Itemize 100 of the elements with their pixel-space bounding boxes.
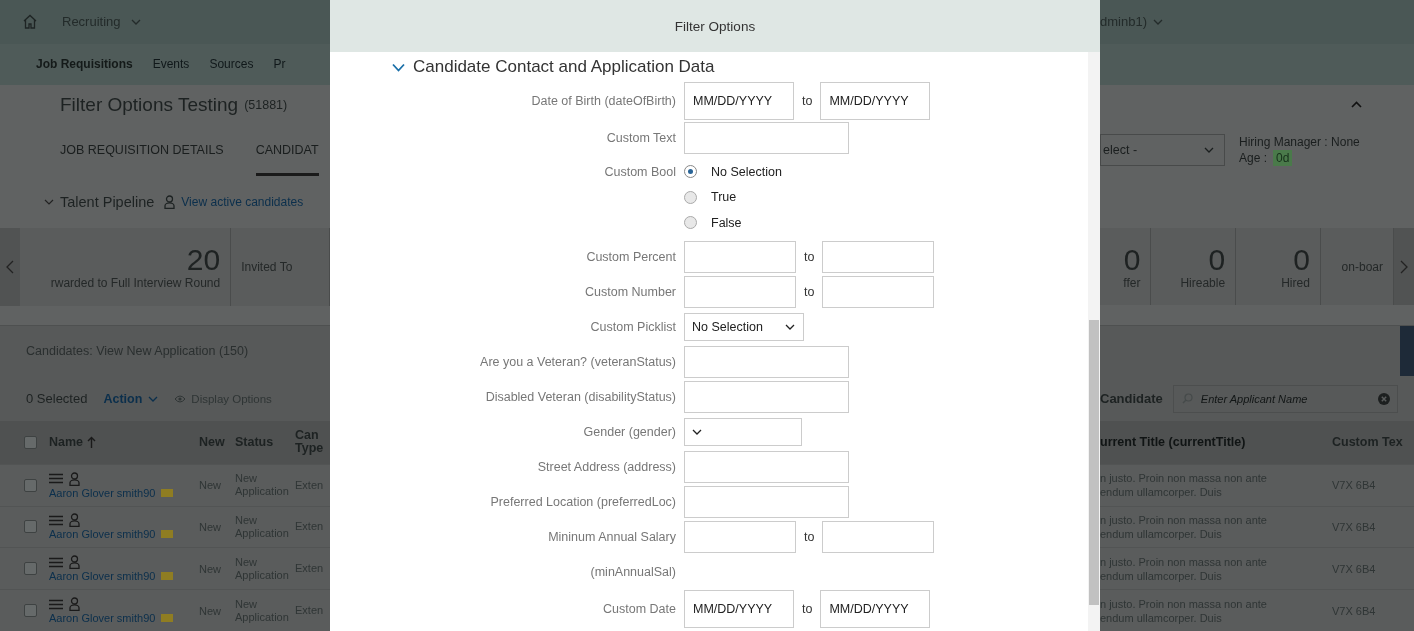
input-field[interactable]	[822, 276, 935, 308]
tile-count: 0	[1208, 243, 1226, 276]
checkbox[interactable]	[24, 562, 37, 576]
nav-link[interactable]: Sources	[209, 57, 254, 72]
radio-option[interactable]: True	[684, 184, 1100, 210]
chevron-down-icon	[1204, 147, 1214, 154]
person-icon	[164, 195, 176, 210]
radio-button[interactable]	[684, 165, 697, 179]
field-label: Custom Number	[584, 285, 676, 299]
radio-button[interactable]	[684, 216, 697, 230]
date-field[interactable]: MM/DD/YYYY	[684, 589, 794, 628]
input-field[interactable]	[822, 521, 935, 553]
dialog-title: Filter Options	[674, 18, 756, 34]
text-field[interactable]	[684, 451, 849, 483]
chevron-down-icon[interactable]	[392, 62, 405, 72]
chevron-down-icon	[130, 18, 141, 25]
radio-option[interactable]: No Selection	[684, 159, 1100, 185]
folder-icon	[161, 488, 174, 497]
text-field[interactable]	[684, 486, 849, 518]
candidate-link[interactable]: Aaron Glover smith90	[49, 570, 156, 583]
field-label: (minAnnualSal)	[589, 565, 676, 579]
hiring-manager: Hiring Manager : None	[1239, 134, 1360, 151]
checkbox[interactable]	[24, 478, 37, 492]
field-label: Preferred Location (preferredLoc)	[489, 495, 676, 509]
chevron-right-icon[interactable]	[1400, 259, 1408, 274]
scrollbar-thumb[interactable]	[1089, 320, 1099, 605]
menu-icon[interactable]	[49, 514, 63, 526]
action-menu[interactable]: Action	[103, 391, 159, 406]
folder-icon	[161, 530, 174, 539]
age-badge: 0d	[1273, 150, 1293, 167]
text-field[interactable]	[684, 346, 849, 378]
menu-icon[interactable]	[49, 598, 63, 610]
field-label: Custom Percent	[585, 250, 676, 264]
eye-icon	[174, 394, 187, 403]
chevron-down-icon	[148, 395, 159, 402]
sort-ascending-icon	[87, 436, 97, 449]
person-icon	[69, 555, 80, 570]
person-icon	[69, 597, 80, 612]
dropdown[interactable]: No Selection	[684, 313, 804, 341]
menu-icon[interactable]	[49, 473, 63, 485]
chevron-down-icon	[785, 324, 795, 330]
tile-count: 0	[1123, 243, 1141, 276]
range-separator: to	[803, 250, 816, 264]
nav-link[interactable]: Events	[152, 57, 190, 72]
field-label: Disabled Veteran (disabilityStatus)	[484, 390, 676, 404]
field-label: Street Address (address)	[536, 460, 676, 474]
tile-count: 0	[1293, 243, 1310, 276]
tile-count: 20	[186, 243, 221, 276]
text-field[interactable]	[684, 381, 849, 413]
folder-icon	[161, 572, 174, 581]
date-field[interactable]: MM/DD/YYYY	[684, 82, 794, 120]
chevron-down-icon	[692, 429, 702, 435]
checkbox[interactable]	[24, 435, 37, 449]
menu-icon[interactable]	[49, 556, 63, 568]
nav-link[interactable]: Pr	[273, 57, 286, 72]
chevron-down-icon	[1152, 18, 1163, 25]
candidate-link[interactable]: Aaron Glover smith90	[49, 612, 156, 625]
tab[interactable]: CANDIDAT	[255, 124, 319, 177]
range-separator: to	[801, 94, 814, 108]
input-field[interactable]	[822, 241, 935, 273]
field-label: Gender (gender)	[582, 425, 676, 439]
search-label: Candidate	[1100, 391, 1163, 407]
text-field[interactable]	[684, 121, 849, 154]
section-title: Talent Pipeline	[60, 194, 155, 211]
tab[interactable]: JOB REQUISITION DETAILS	[60, 124, 224, 177]
chevron-up-icon[interactable]	[1351, 100, 1362, 108]
nav-link[interactable]: Job Requisitions	[36, 57, 133, 72]
view-candidates-link[interactable]: View active candidates	[181, 195, 304, 210]
range-separator: to	[803, 285, 816, 299]
date-field[interactable]: MM/DD/YYYY	[820, 82, 931, 120]
input-field[interactable]	[684, 276, 796, 308]
radio-option[interactable]: False	[684, 210, 1100, 236]
section-title: Candidate Contact and Application Data	[413, 57, 715, 77]
date-field[interactable]: MM/DD/YYYY	[820, 589, 931, 628]
side-tab[interactable]	[1400, 326, 1414, 377]
field-label: Date of Birth (dateOfBirth)	[530, 94, 676, 108]
input-field[interactable]	[684, 521, 796, 553]
field-label: Custom Picklist	[589, 320, 676, 334]
scrollbar[interactable]	[1088, 52, 1100, 631]
field-label: Are you a Veteran? (veteranStatus)	[479, 355, 676, 369]
checkbox[interactable]	[24, 520, 37, 534]
status-dropdown[interactable]: elect -	[1100, 134, 1225, 167]
range-separator: to	[803, 530, 816, 544]
field-label: Custom Bool	[603, 164, 676, 179]
requisition-title: Filter Options Testing	[60, 93, 239, 116]
dropdown[interactable]	[684, 418, 802, 446]
column-header[interactable]: urrent Title (currentTitle)	[1100, 435, 1322, 450]
person-icon	[69, 471, 80, 486]
requisition-id: (51881)	[244, 97, 288, 112]
input-field[interactable]	[684, 241, 796, 273]
candidate-link[interactable]: Aaron Glover smith90	[49, 528, 156, 541]
radio-button[interactable]	[684, 190, 697, 204]
home-icon[interactable]	[22, 14, 38, 30]
search-field[interactable]: Enter Applicant Name	[1172, 384, 1398, 413]
checkbox[interactable]	[24, 604, 37, 618]
range-separator: to	[801, 601, 814, 616]
chevron-left-icon[interactable]	[6, 259, 14, 274]
candidate-link[interactable]: Aaron Glover smith90	[49, 486, 156, 499]
clear-icon[interactable]	[1377, 392, 1390, 405]
age-label: Age :	[1239, 150, 1268, 167]
